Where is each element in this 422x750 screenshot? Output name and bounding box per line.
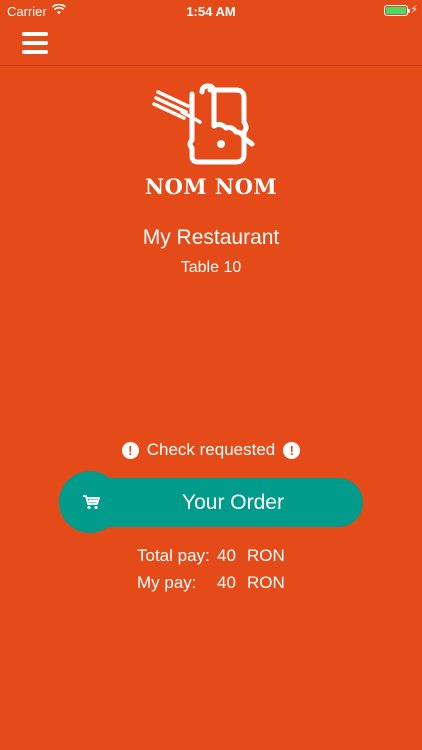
my-pay-amount: 40: [217, 573, 236, 592]
my-pay-currency: RON: [247, 573, 285, 592]
total-pay-currency: RON: [247, 546, 285, 565]
alert-icon: !: [283, 441, 301, 459]
charging-icon: ⚡: [410, 4, 418, 16]
your-order-label[interactable]: Your Order: [59, 491, 407, 515]
my-pay-row: My pay: 40 RON: [137, 573, 285, 593]
hamburger-menu-icon[interactable]: [22, 32, 50, 54]
clock: 1:54 AM: [186, 4, 236, 19]
check-status-label: Check requested: [146, 440, 276, 459]
total-pay-label: Total pay:: [137, 546, 210, 565]
table-number: Table 10: [180, 259, 242, 276]
alert-icon: !: [121, 441, 139, 459]
my-pay-label: My pay:: [137, 573, 197, 592]
battery-icon: [384, 5, 410, 16]
logo-text: NOM NOM: [144, 174, 278, 199]
nav-bar: [0, 24, 422, 66]
total-pay-row: Total pay: 40 RON: [137, 546, 285, 566]
battery-level: [386, 7, 406, 14]
check-status: ! Check requested !: [0, 440, 422, 460]
total-pay-amount: 40: [217, 546, 236, 565]
restaurant-name: My Restaurant: [142, 226, 280, 249]
main-screen: Carrier 1:54 AM ⚡ NOM NOM My Restaurant …: [0, 0, 422, 750]
status-bar: Carrier 1:54 AM ⚡: [0, 0, 422, 24]
